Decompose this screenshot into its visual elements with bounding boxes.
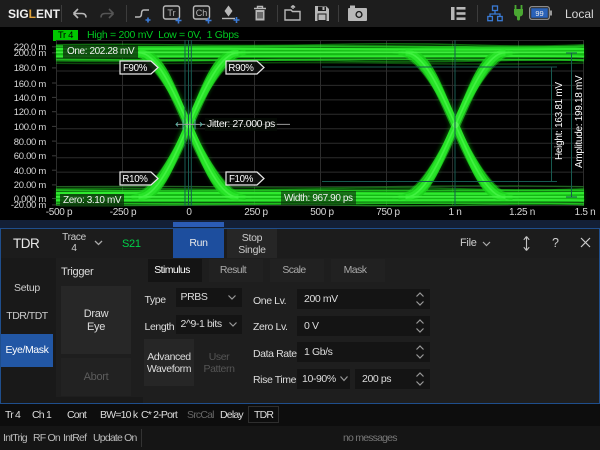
svg-text:Tr: Tr [167,8,175,18]
svg-text:Ch: Ch [196,8,208,18]
svg-text:F10%: F10% [229,174,254,185]
svg-text:99: 99 [535,9,543,18]
svg-text:F90%: F90% [123,63,148,74]
svg-text:R90%: R90% [228,63,254,74]
svg-text:R10%: R10% [122,174,148,185]
